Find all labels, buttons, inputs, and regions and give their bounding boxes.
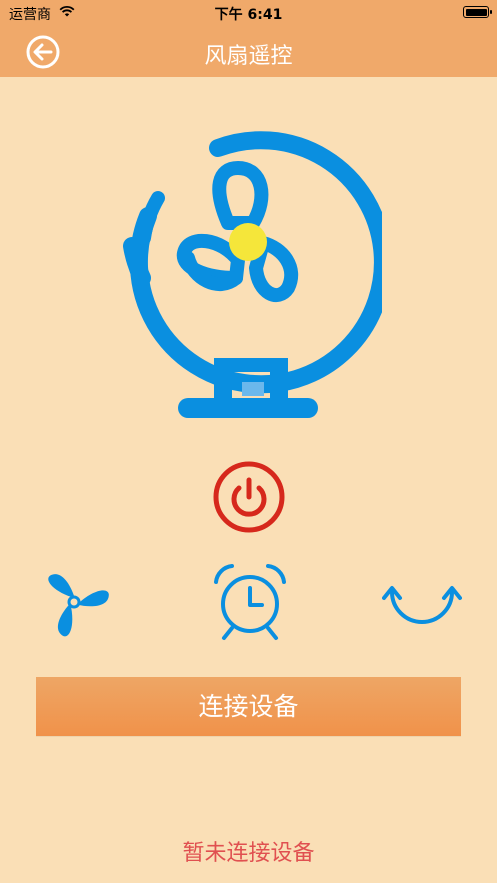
status-bar: 运营商 下午 6:41: [0, 0, 497, 26]
alarm-clock-icon: [214, 564, 286, 640]
connection-status-text: 暂未连接设备: [182, 841, 315, 866]
clock-time: 下午 6:41: [214, 7, 283, 23]
power-button[interactable]: [212, 460, 286, 534]
fan-speed-button[interactable]: [38, 566, 110, 638]
fan-illustration: [118, 128, 392, 424]
timer-button[interactable]: [210, 560, 290, 642]
battery-icon: [463, 6, 492, 18]
power-icon: [213, 461, 285, 533]
navigation-bar: 风扇遥控: [0, 26, 497, 77]
swing-arrows-icon: [382, 586, 462, 624]
swing-button[interactable]: [382, 580, 462, 628]
connect-device-button[interactable]: 连接设备: [36, 677, 461, 736]
fan-speed-icon: [48, 574, 109, 637]
page-title: 风扇遥控: [204, 44, 293, 69]
